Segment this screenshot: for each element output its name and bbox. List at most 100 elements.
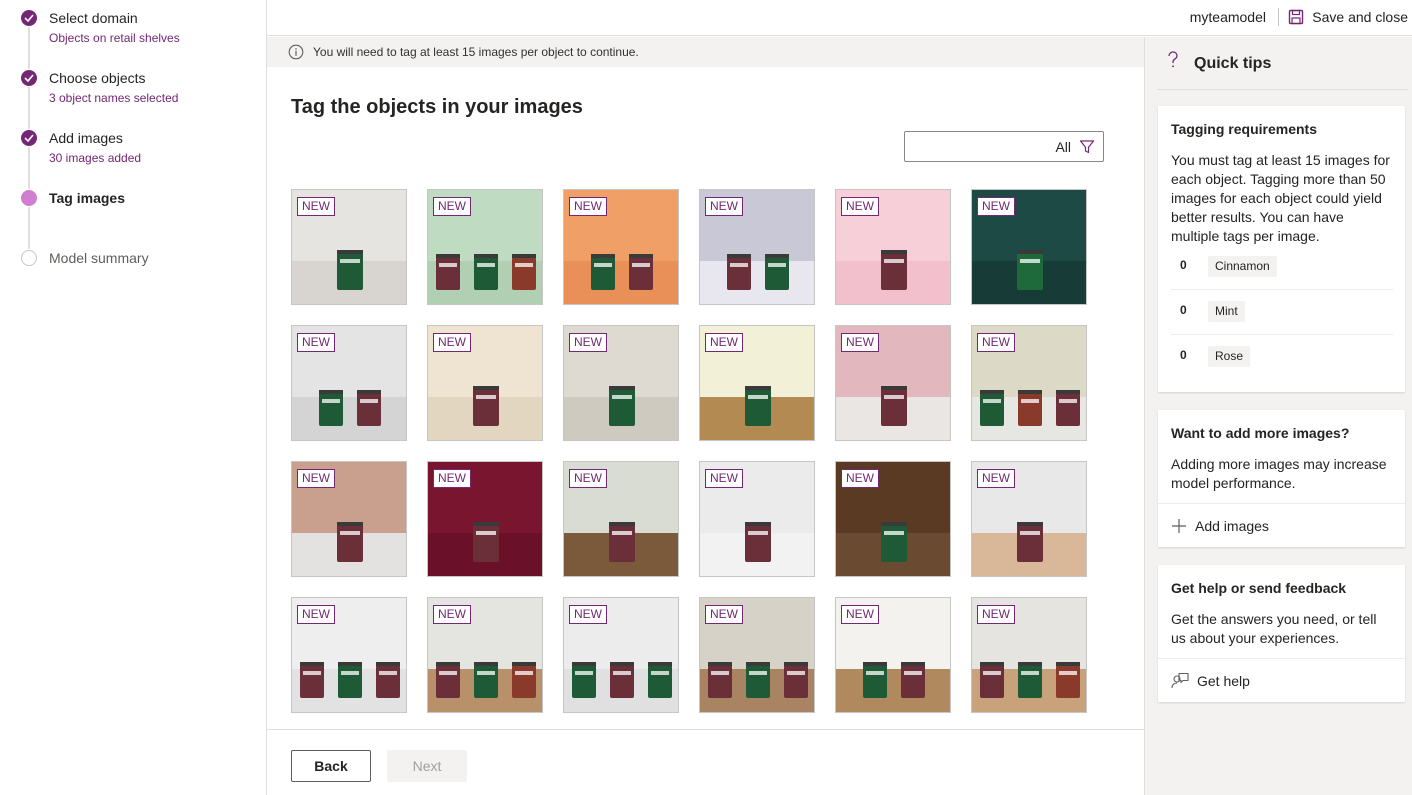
- image-tile[interactable]: NEW: [971, 461, 1087, 577]
- product-can: [881, 250, 907, 290]
- product-can: [300, 662, 324, 698]
- pending-step-icon: [21, 250, 37, 266]
- get-help-label: Get help: [1197, 672, 1250, 689]
- new-badge: NEW: [433, 605, 471, 624]
- product-can: [746, 662, 770, 698]
- image-tile[interactable]: NEW: [291, 461, 407, 577]
- back-button[interactable]: Back: [291, 750, 371, 782]
- card-title: Tagging requirements: [1171, 121, 1317, 137]
- product-can: [436, 662, 460, 698]
- product-can: [1018, 662, 1042, 698]
- step-title: Choose objects: [49, 70, 146, 86]
- save-and-close-button[interactable]: Save and close: [1288, 0, 1408, 34]
- info-message-bar: You will need to tag at least 15 images …: [267, 37, 1144, 67]
- product-can: [337, 522, 363, 562]
- page-title: Tag the objects in your images: [291, 96, 583, 118]
- image-tile[interactable]: NEW: [971, 597, 1087, 713]
- step-title: Model summary: [49, 250, 149, 266]
- step-choose-objects[interactable]: Choose objects 3 object names selected: [0, 60, 266, 120]
- image-tile[interactable]: NEW: [563, 189, 679, 305]
- new-badge: NEW: [705, 469, 743, 488]
- image-tile[interactable]: NEW: [835, 597, 951, 713]
- add-images-label: Add images: [1195, 517, 1269, 534]
- product-can: [881, 386, 907, 426]
- image-tile[interactable]: NEW: [699, 189, 815, 305]
- image-tile[interactable]: NEW: [699, 597, 815, 713]
- quick-tips-header: Quick tips: [1157, 37, 1408, 90]
- quick-tips-panel: Quick tips Tagging requirements You must…: [1144, 37, 1412, 795]
- tile-surface: [564, 260, 678, 304]
- card-text: Adding more images may increase model pe…: [1171, 456, 1387, 491]
- image-tile[interactable]: NEW: [699, 461, 815, 577]
- new-badge: NEW: [297, 333, 335, 352]
- save-and-close-label: Save and close: [1312, 9, 1408, 25]
- next-button: Next: [387, 750, 467, 782]
- add-images-button[interactable]: Add images: [1158, 503, 1405, 547]
- save-icon: [1289, 9, 1304, 25]
- product-can: [474, 254, 498, 290]
- info-icon: [288, 44, 304, 60]
- image-tile[interactable]: NEW: [835, 189, 951, 305]
- image-tile[interactable]: NEW: [563, 325, 679, 441]
- new-badge: NEW: [569, 333, 607, 352]
- image-tile[interactable]: NEW: [291, 189, 407, 305]
- model-name: myteamodel: [1189, 9, 1266, 25]
- image-tile[interactable]: NEW: [835, 461, 951, 577]
- product-can: [376, 662, 400, 698]
- check-icon: [21, 10, 37, 26]
- new-badge: NEW: [297, 605, 335, 624]
- product-can: [980, 662, 1004, 698]
- filter-icon: [1079, 140, 1095, 154]
- step-tag-images[interactable]: Tag images: [0, 180, 266, 240]
- product-can: [784, 662, 808, 698]
- card-title: Get help or send feedback: [1171, 580, 1347, 596]
- tag-pill: Rose: [1208, 346, 1251, 367]
- product-can: [357, 390, 381, 426]
- image-tile[interactable]: NEW: [427, 461, 543, 577]
- image-tile[interactable]: NEW: [427, 189, 543, 305]
- get-help-button[interactable]: Get help: [1158, 658, 1405, 702]
- image-tile[interactable]: NEW: [563, 597, 679, 713]
- tag-count: 0: [1180, 303, 1187, 317]
- current-step-icon: [21, 190, 37, 206]
- product-can: [648, 662, 672, 698]
- product-can: [1056, 390, 1080, 426]
- tag-count: 0: [1180, 258, 1187, 272]
- step-subtitle: Objects on retail shelves: [49, 31, 180, 45]
- image-tile[interactable]: NEW: [291, 597, 407, 713]
- new-badge: NEW: [433, 333, 471, 352]
- product-can: [512, 254, 536, 290]
- image-tile[interactable]: NEW: [971, 325, 1087, 441]
- step-select-domain[interactable]: Select domain Objects on retail shelves: [0, 0, 266, 60]
- step-title: Tag images: [49, 190, 125, 206]
- image-tile[interactable]: NEW: [699, 325, 815, 441]
- quick-tips-title: Quick tips: [1194, 55, 1272, 72]
- new-badge: NEW: [297, 469, 335, 488]
- image-tile[interactable]: NEW: [427, 597, 543, 713]
- product-can: [727, 254, 751, 290]
- add-more-images-card: Want to add more images? Adding more ima…: [1158, 410, 1405, 547]
- product-can: [474, 662, 498, 698]
- image-tile[interactable]: NEW: [835, 325, 951, 441]
- image-tile[interactable]: NEW: [563, 461, 679, 577]
- product-can: [863, 662, 887, 698]
- image-tile[interactable]: NEW: [971, 189, 1087, 305]
- new-badge: NEW: [433, 197, 471, 216]
- step-title: Select domain: [49, 10, 138, 26]
- product-can: [572, 662, 596, 698]
- product-can: [881, 522, 907, 562]
- image-tile[interactable]: NEW: [291, 325, 407, 441]
- tag-filter-dropdown[interactable]: All: [904, 131, 1104, 162]
- main-content: Tag the objects in your images All NEW NE…: [267, 67, 1144, 795]
- product-can: [609, 386, 635, 426]
- step-add-images[interactable]: Add images 30 images added: [0, 120, 266, 180]
- new-badge: NEW: [569, 197, 607, 216]
- tile-surface: [292, 396, 406, 440]
- question-icon: [1168, 51, 1178, 68]
- product-can: [629, 254, 653, 290]
- new-badge: NEW: [569, 605, 607, 624]
- help-chat-icon: [1171, 672, 1189, 688]
- product-can: [901, 662, 925, 698]
- new-badge: NEW: [977, 469, 1015, 488]
- image-tile[interactable]: NEW: [427, 325, 543, 441]
